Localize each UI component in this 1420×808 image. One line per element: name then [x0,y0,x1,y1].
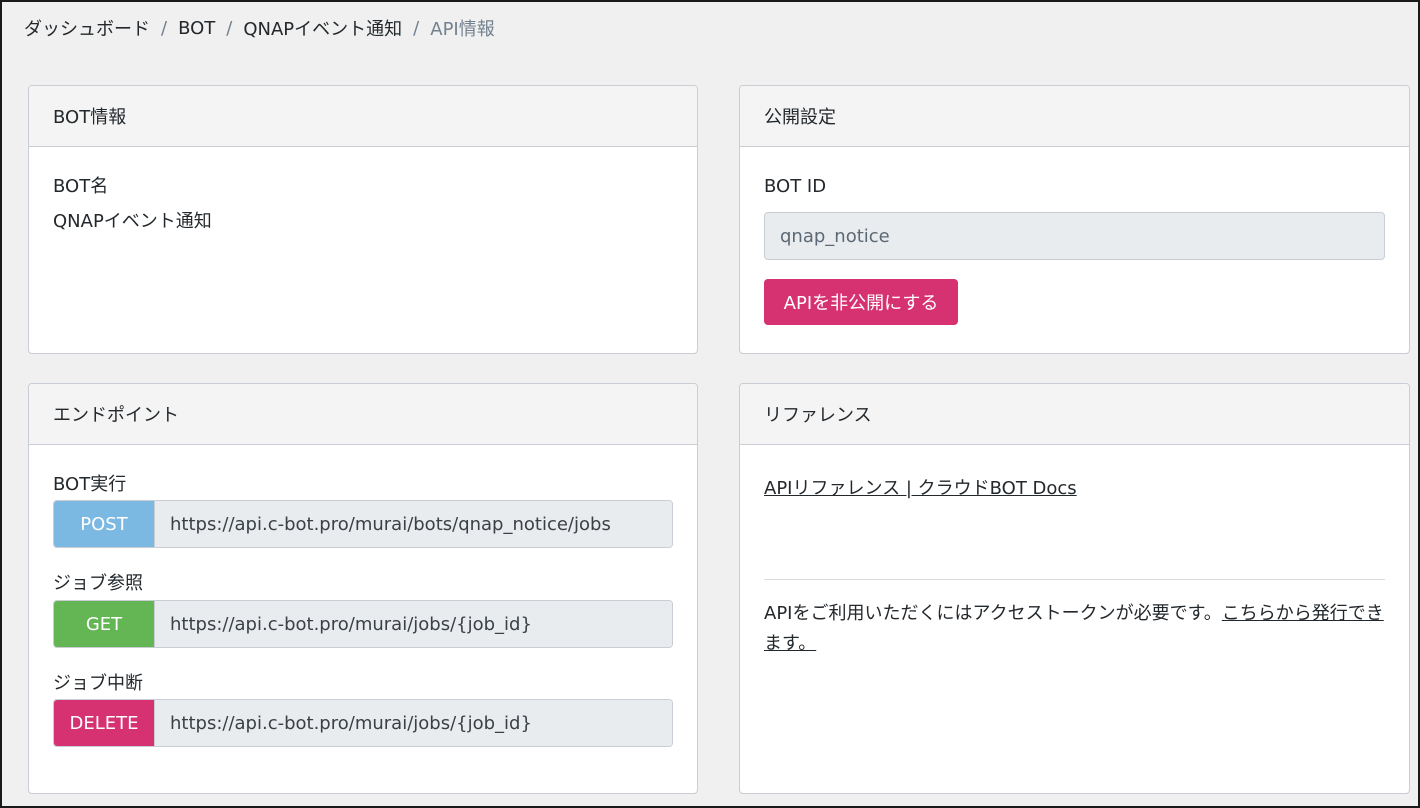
bot-id-field[interactable]: qnap_notice [764,212,1385,260]
bot-name-value: QNAPイベント通知 [53,211,212,232]
method-badge-post: POST [54,501,154,547]
endpoint-url-field[interactable]: https://api.c-bot.pro/murai/jobs/{job_id… [154,700,672,746]
endpoint-label-run-bot: BOT実行 [53,474,127,495]
endpoint-group-get: GET https://api.c-bot.pro/murai/jobs/{jo… [53,600,673,648]
method-badge-delete: DELETE [54,700,154,746]
breadcrumb-dashboard[interactable]: ダッシュボード [24,15,150,41]
breadcrumb: ダッシュボード / BOT / QNAPイベント通知 / API情報 [24,15,495,41]
endpoint-url-field[interactable]: https://api.c-bot.pro/murai/jobs/{job_id… [154,601,672,647]
bot-info-card-header: BOT情報 [29,86,697,147]
endpoint-group-delete: DELETE https://api.c-bot.pro/murai/jobs/… [53,699,673,747]
access-token-note: APIをご利用いただくにはアクセストークンが必要です。こちらから発行できます。 [764,599,1389,659]
access-token-note-text: APIをご利用いただくにはアクセストークンが必要です。 [764,603,1222,624]
breadcrumb-separator: / [161,17,168,39]
breadcrumb-separator: / [226,17,233,39]
endpoint-group-post: POST https://api.c-bot.pro/murai/bots/qn… [53,500,673,548]
endpoint-label-job-get: ジョブ参照 [53,573,143,594]
endpoint-card-body: BOT実行 POST https://api.c-bot.pro/murai/b… [53,445,673,793]
bot-id-label: BOT ID [764,176,827,197]
api-reference-docs-link[interactable]: APIリファレンス | クラウドBOT Docs [764,474,1077,500]
reference-card-body: APIリファレンス | クラウドBOT Docs APIをご利用いただくにはアク… [764,445,1385,793]
divider [764,579,1385,580]
breadcrumb-current: API情報 [430,19,495,40]
reference-card-header: リファレンス [740,384,1409,445]
endpoint-url-field[interactable]: https://api.c-bot.pro/murai/bots/qnap_no… [154,501,672,547]
app-frame: ダッシュボード / BOT / QNAPイベント通知 / API情報 BOT情報… [0,0,1420,808]
method-badge-get: GET [54,601,154,647]
bot-info-card-body: BOT名 QNAPイベント通知 [53,147,673,353]
reference-card: リファレンス APIリファレンス | クラウドBOT Docs APIをご利用い… [739,383,1410,794]
unpublish-api-button[interactable]: APIを非公開にする [764,279,958,325]
public-settings-card-header: 公開設定 [740,86,1409,147]
endpoint-card-header: エンドポイント [29,384,697,445]
public-settings-card-body: BOT ID qnap_notice APIを非公開にする [764,147,1385,353]
breadcrumb-qnap-event[interactable]: QNAPイベント通知 [243,15,402,41]
bot-info-card: BOT情報 BOT名 QNAPイベント通知 [28,85,698,354]
public-settings-card: 公開設定 BOT ID qnap_notice APIを非公開にする [739,85,1410,354]
endpoint-card: エンドポイント BOT実行 POST https://api.c-bot.pro… [28,383,698,794]
bot-name-label: BOT名 [53,176,109,197]
breadcrumb-bot[interactable]: BOT [178,18,215,39]
endpoint-label-job-abort: ジョブ中断 [53,673,143,694]
breadcrumb-separator: / [413,17,420,39]
